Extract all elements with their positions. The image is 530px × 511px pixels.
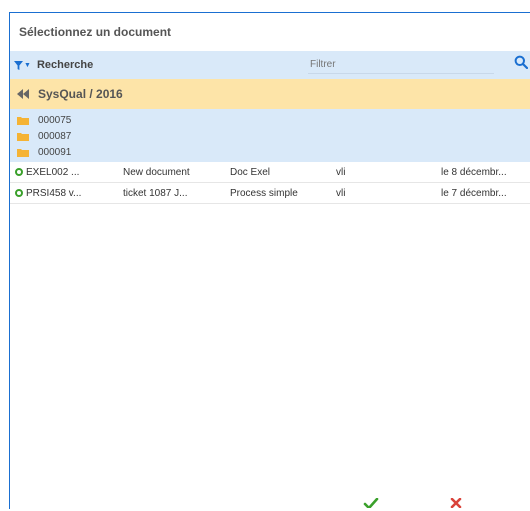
document-date: le 7 décembr... <box>441 187 507 199</box>
filter-icon <box>14 60 23 70</box>
close-icon <box>450 497 462 509</box>
folder-item[interactable]: 000091 <box>10 144 530 160</box>
document-type: Process simple <box>230 187 298 199</box>
search-button[interactable] <box>514 55 529 72</box>
folder-list: 000075 000087 000091 <box>10 109 530 162</box>
document-row[interactable]: PRSI458 v... ticket 1087 J... Process si… <box>10 183 530 204</box>
document-code: PRSI458 v... <box>26 187 82 199</box>
double-chevron-left-icon <box>17 89 29 99</box>
search-toolbar: ▼ Recherche <box>10 51 530 79</box>
breadcrumb-back-button[interactable] <box>17 89 29 99</box>
folder-item[interactable]: 000075 <box>10 112 530 128</box>
search-icon <box>514 55 529 70</box>
breadcrumb: SysQual / 2016 <box>10 79 530 109</box>
folder-item[interactable]: 000087 <box>10 128 530 144</box>
folder-name: 000075 <box>38 114 72 126</box>
breadcrumb-path: SysQual / 2016 <box>38 87 123 101</box>
status-circle-icon <box>15 168 23 176</box>
folder-name: 000087 <box>38 130 72 142</box>
cancel-button[interactable] <box>450 497 462 511</box>
folder-icon <box>17 132 29 141</box>
select-document-dialog: Sélectionnez un document ▼ Recherche Sys… <box>9 12 530 511</box>
confirm-button[interactable] <box>363 497 379 511</box>
document-row[interactable]: EXEL002 ... New document Doc Exel vli le… <box>10 162 530 183</box>
check-icon <box>363 497 379 510</box>
document-type: Doc Exel <box>230 166 271 178</box>
document-user: vli <box>336 166 346 178</box>
folder-icon <box>17 148 29 157</box>
caret-down-icon: ▼ <box>24 61 31 69</box>
folder-icon <box>17 116 29 125</box>
dialog-title: Sélectionnez un document <box>19 25 172 39</box>
search-label: Recherche <box>36 59 94 71</box>
document-code: EXEL002 ... <box>26 166 80 178</box>
filter-input[interactable] <box>308 56 494 74</box>
document-title: New document <box>123 166 190 178</box>
document-date: le 8 décembr... <box>441 166 507 178</box>
document-title: ticket 1087 J... <box>123 187 188 199</box>
document-user: vli <box>336 187 346 199</box>
status-circle-icon <box>15 189 23 197</box>
filter-dropdown-button[interactable]: ▼ <box>14 60 31 70</box>
folder-name: 000091 <box>38 146 72 158</box>
